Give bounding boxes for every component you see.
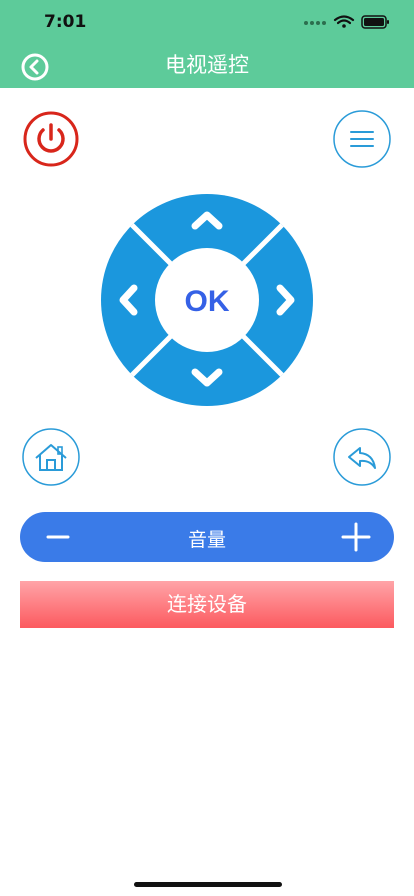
dpad-up-button[interactable]: [177, 198, 237, 242]
battery-icon: [361, 15, 389, 29]
back-icon: [21, 53, 49, 81]
home-indicator: [134, 882, 282, 887]
wifi-icon: [333, 15, 355, 25]
ok-label: OK: [185, 285, 230, 318]
back-button[interactable]: [20, 52, 50, 82]
return-button[interactable]: [333, 428, 391, 486]
status-icons: [304, 15, 389, 29]
volume-control: 音量: [20, 512, 394, 562]
power-button[interactable]: [22, 110, 80, 168]
dpad: OK: [101, 194, 313, 406]
menu-icon: [333, 110, 391, 168]
power-icon: [23, 111, 79, 167]
home-icon: [22, 428, 80, 486]
status-time: 7:01: [44, 12, 87, 32]
wifi-dot-icon: [342, 24, 346, 28]
plus-icon: [341, 522, 371, 552]
home-button[interactable]: [22, 428, 80, 486]
volume-up-button[interactable]: [326, 512, 386, 562]
page-title: 电视遥控: [165, 53, 249, 77]
menu-button[interactable]: [333, 110, 391, 168]
connect-device-button[interactable]: 连接设备: [20, 581, 394, 628]
nav-header: 7:01 电视遥控: [0, 0, 414, 88]
return-icon: [333, 428, 391, 486]
signal-icon: [304, 21, 326, 25]
